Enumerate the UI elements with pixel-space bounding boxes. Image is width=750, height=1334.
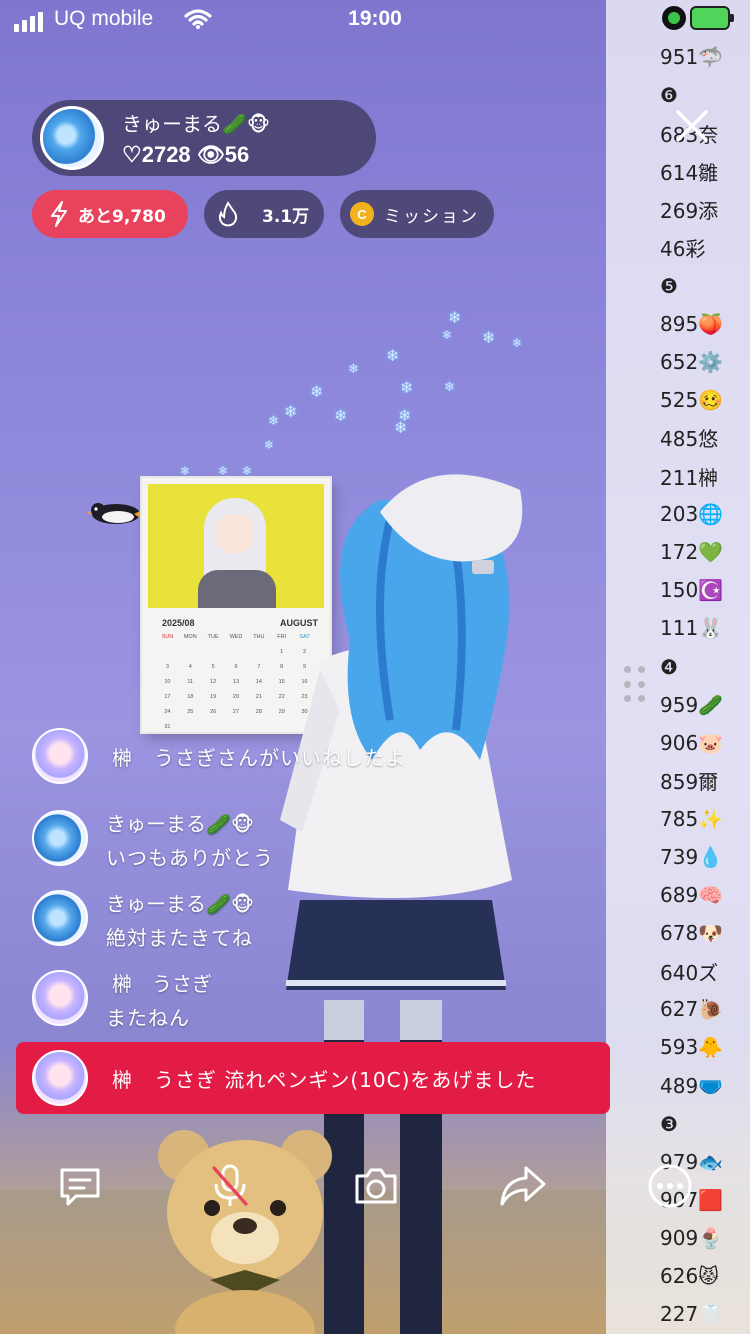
coin-icon: C	[350, 202, 374, 226]
calendar-weekday: TUE	[207, 634, 219, 640]
penguin-icon	[86, 503, 142, 524]
ranking-item[interactable]: 211榊	[660, 457, 750, 495]
teddy-bear	[158, 1130, 332, 1334]
ranking-item[interactable]: 485悠	[660, 419, 750, 457]
comment-text: 榊 うさぎさんがいいねしたよ	[112, 746, 406, 770]
mission-pill[interactable]: C ミッション	[340, 190, 494, 238]
ranking-item[interactable]: 906🐷	[660, 724, 750, 762]
host-stats: ♡2728 👁56	[122, 142, 250, 167]
ranking-item[interactable]: 46彩	[660, 228, 750, 266]
comment-item[interactable]: 榊 うさぎさんがいいねしたよ	[32, 728, 592, 784]
ranking-item[interactable]: 895🍑	[660, 305, 750, 343]
ranking-item[interactable]: 614雛	[660, 152, 750, 190]
camera-icon[interactable]	[352, 1162, 400, 1210]
snowflake-icon: ❄	[264, 438, 275, 452]
ranking-item[interactable]: 525🥴	[660, 381, 750, 419]
mission-label: ミッション	[384, 206, 479, 227]
battery-icon	[690, 6, 734, 30]
snowflake-icon: ❄	[348, 362, 359, 377]
snowflake-icon: ❄	[512, 336, 523, 350]
ranking-item[interactable]: 909🍨	[660, 1219, 750, 1257]
snowflake-icon: ❄	[284, 402, 298, 421]
snowflake-icon: ❄	[394, 418, 408, 437]
snowflake-icon: ❄	[482, 328, 496, 347]
ranking-status-icon	[662, 6, 686, 30]
host-name: きゅーまる🥒🐵	[122, 112, 271, 136]
ranking-item[interactable]: 593🐥	[660, 1028, 750, 1066]
calendar-weekday: WED	[229, 634, 243, 640]
ranking-item[interactable]: 627🐌	[660, 990, 750, 1028]
snowflake-icon: ❄	[242, 464, 253, 478]
gift-notification[interactable]: 榊 うさぎ 流れペンギン(10C)をあげました	[16, 1042, 610, 1114]
comment-text: いつもありがとう	[106, 846, 274, 870]
share-icon[interactable]	[498, 1162, 546, 1210]
comment-item[interactable]: 榊 うさぎ またねん	[32, 968, 432, 1030]
fire-icon	[218, 201, 238, 227]
ranking-item[interactable]: 951🦈	[660, 38, 750, 76]
gifter-avatar[interactable]	[32, 1050, 88, 1106]
heat-value: 3.1万	[262, 206, 310, 227]
ranking-item[interactable]: 227🦷	[660, 1295, 750, 1333]
goal-remaining: あと9,780	[78, 206, 166, 227]
snowflake-icon: ❄	[442, 328, 453, 342]
ranking-item[interactable]: 150☪️	[660, 571, 750, 609]
snowflake-icon: ❄	[334, 406, 348, 425]
snowflake-icon: ❄	[180, 464, 191, 478]
comment-item[interactable]: きゅーまる🥒🐵 いつもありがとう	[32, 808, 432, 870]
commenter-avatar[interactable]	[32, 728, 88, 784]
commenter-name: 榊 うさぎ	[112, 972, 212, 996]
ranking-item[interactable]: 678🐶	[660, 914, 750, 952]
ranking-item[interactable]: 859爾	[660, 762, 750, 800]
ranking-item[interactable]: 689🧠	[660, 876, 750, 914]
ranking-list[interactable]: 951🦈 ❻ 683奈 614雛 269添 46彩 ❺ 895🍑 652⚙️ 525🥴 485悠 21…	[660, 38, 750, 1333]
snowflake-icon: ❄	[386, 346, 400, 365]
more-icon[interactable]	[646, 1162, 694, 1210]
calendar-weekday: SUN	[161, 634, 174, 640]
mic-muted-icon[interactable]	[206, 1162, 254, 1210]
comment-text: またねん	[106, 1006, 190, 1030]
drag-handle-icon[interactable]	[624, 666, 646, 706]
comment-text: 絶対またきてね	[106, 926, 253, 950]
commenter-avatar[interactable]	[32, 810, 88, 866]
ranking-item[interactable]: 652⚙️	[660, 343, 750, 381]
ranking-item[interactable]: 269添	[660, 190, 750, 228]
snowflake-icon: ❄	[268, 414, 279, 429]
host-avatar[interactable]	[40, 106, 104, 170]
calendar-month-label: 2025/08	[162, 618, 195, 628]
ranking-item[interactable]: ❺	[660, 267, 750, 305]
snowflake-icon: ❄	[218, 464, 229, 478]
snowflake-icon: ❄	[444, 380, 455, 395]
ranking-item[interactable]: ❹	[660, 648, 750, 686]
goal-pill[interactable]: あと9,780	[32, 190, 188, 238]
ranking-item[interactable]: 739💧	[660, 838, 750, 876]
heat-pill[interactable]: 3.1万	[204, 190, 324, 238]
calendar-weekday: MON	[183, 634, 197, 640]
ranking-item[interactable]: 640ズ	[660, 952, 750, 990]
ranking-item[interactable]: 626😾	[660, 1257, 750, 1295]
close-icon[interactable]	[670, 104, 714, 148]
ranking-item[interactable]: 959🥒	[660, 686, 750, 724]
commenter-avatar[interactable]	[32, 890, 88, 946]
gift-text: 榊 うさぎ 流れペンギン(10C)をあげました	[112, 1068, 537, 1092]
snowflake-icon: ❄	[310, 382, 324, 401]
ranking-item[interactable]: 785✨	[660, 800, 750, 838]
host-card[interactable]: きゅーまる🥒🐵 ♡2728 👁56	[32, 100, 376, 176]
snowflake-icon: ❄	[400, 378, 414, 397]
ranking-item[interactable]: 203🌐	[660, 495, 750, 533]
calendar-weekday: THU	[253, 634, 265, 640]
ranking-item[interactable]: ❸	[660, 1105, 750, 1143]
commenter-avatar[interactable]	[32, 970, 88, 1026]
commenter-name: きゅーまる🥒🐵	[106, 812, 255, 836]
ranking-item[interactable]: 172💚	[660, 533, 750, 571]
lightning-icon	[51, 201, 67, 227]
comment-item[interactable]: きゅーまる🥒🐵 絶対またきてね	[32, 888, 432, 950]
ranking-item[interactable]: 489🩲	[660, 1067, 750, 1105]
ranking-item[interactable]: 111🐰	[660, 609, 750, 647]
snowflake-icon: ❄	[448, 308, 462, 327]
commenter-name: きゅーまる🥒🐵	[106, 892, 255, 916]
comment-icon[interactable]	[56, 1162, 104, 1210]
